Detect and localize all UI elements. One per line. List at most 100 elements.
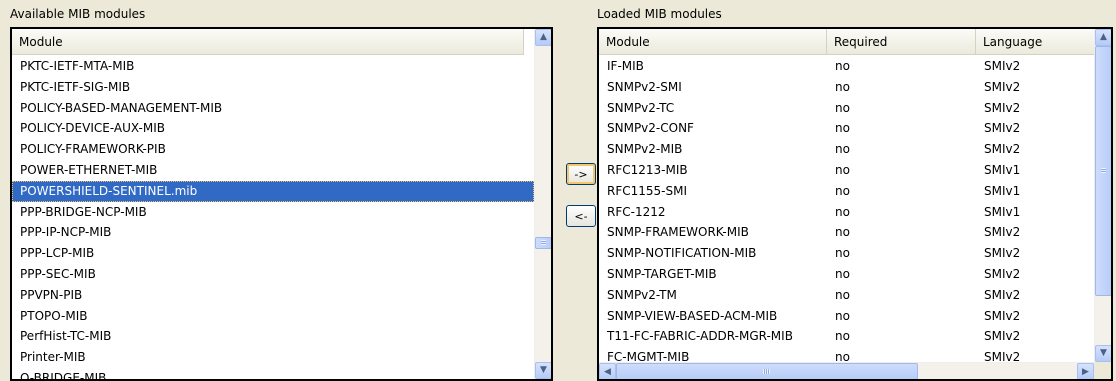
module-name: SNMPv2-MIB	[607, 142, 683, 157]
grip-icon	[541, 240, 546, 245]
module-name: POLICY-FRAMEWORK-PIB	[20, 142, 166, 157]
scroll-down-arrow-icon[interactable]: ▼	[535, 362, 551, 379]
loaded-modules-list[interactable]: Module Required Language IF-MIB no SMIv2 SN…	[597, 27, 1113, 381]
table-row[interactable]: SNMPv2-SMI no SMIv2	[599, 77, 1094, 98]
loaded-horizontal-scrollbar[interactable]: ◀ ▶	[599, 362, 1094, 379]
table-row[interactable]: SNMPv2-TM no SMIv2	[599, 285, 1094, 306]
required-value: no	[835, 142, 850, 157]
module-name: PTOPO-MIB	[20, 308, 88, 323]
module-name: SNMP-VIEW-BASED-ACM-MIB	[607, 308, 778, 323]
remove-module-button[interactable]: <-	[566, 205, 596, 227]
table-row[interactable]: IF-MIB no SMIv2	[599, 56, 1094, 77]
required-value: no	[835, 329, 850, 344]
language-value: SMIv2	[984, 329, 1021, 344]
list-item[interactable]: Q-BRIDGE-MIB	[12, 368, 534, 379]
available-modules-list[interactable]: Module PKTC-IETF-MTA-MIB PKTC-IETF-SIG-MI…	[10, 27, 553, 381]
required-value: no	[835, 204, 850, 219]
scroll-down-arrow-icon[interactable]: ▼	[1095, 345, 1111, 362]
column-header-required[interactable]: Required	[827, 29, 976, 55]
table-row[interactable]: RFC1213-MIB no SMIv1	[599, 160, 1094, 181]
required-value: no	[835, 246, 850, 261]
list-item[interactable]: PPP-IP-NCP-MIB	[12, 222, 534, 243]
grip-icon	[763, 369, 770, 374]
module-name: PPP-LCP-MIB	[20, 246, 95, 261]
scroll-left-arrow-icon[interactable]: ◀	[599, 363, 616, 379]
language-value: SMIv1	[984, 183, 1021, 198]
required-value: no	[835, 100, 850, 115]
module-name: PPVPN-PIB	[20, 287, 83, 302]
language-value: SMIv2	[984, 287, 1021, 302]
list-item[interactable]: POWERSHIELD-SENTINEL.mib	[12, 180, 534, 202]
language-value: SMIv2	[984, 100, 1021, 115]
table-row[interactable]: SNMP-TARGET-MIB no SMIv2	[599, 264, 1094, 285]
language-value: SMIv2	[984, 246, 1021, 261]
add-module-button[interactable]: ->	[566, 163, 596, 185]
list-item[interactable]: PerfHist-TC-MIB	[12, 326, 534, 347]
column-header-module[interactable]: Module	[12, 29, 524, 55]
module-name: RFC1155-SMI	[607, 183, 687, 198]
column-header-language[interactable]: Language	[976, 29, 1096, 55]
table-row[interactable]: SNMP-NOTIFICATION-MIB no SMIv2	[599, 243, 1094, 264]
loaded-list-rows: IF-MIB no SMIv2 SNMPv2-SMI no SMIv2 SNMPv2-TC n…	[599, 56, 1094, 368]
language-value: SMIv1	[984, 162, 1021, 177]
required-value: no	[835, 59, 850, 73]
required-value: no	[835, 121, 850, 136]
language-value: SMIv2	[984, 59, 1021, 73]
module-name: IF-MIB	[607, 59, 644, 73]
scrollbar-thumb[interactable]	[1095, 46, 1111, 296]
available-modules-label: Available MIB modules	[10, 7, 146, 21]
module-name: RFC1213-MIB	[607, 162, 688, 177]
language-value: SMIv2	[984, 225, 1021, 240]
list-item[interactable]: POWER-ETHERNET-MIB	[12, 160, 534, 181]
required-value: no	[835, 308, 850, 323]
loaded-list-header: Module Required Language	[599, 29, 1096, 55]
module-name: SNMP-TARGET-MIB	[607, 266, 717, 281]
scroll-up-arrow-icon[interactable]: ▲	[535, 29, 551, 46]
scrollbar-thumb[interactable]	[535, 237, 551, 249]
list-item[interactable]: PPVPN-PIB	[12, 285, 534, 306]
list-item[interactable]: Printer-MIB	[12, 347, 534, 368]
scroll-up-arrow-icon[interactable]: ▲	[1095, 29, 1111, 46]
list-item[interactable]: PKTC-IETF-SIG-MIB	[12, 77, 534, 98]
list-item[interactable]: PPP-SEC-MIB	[12, 264, 534, 285]
scroll-right-arrow-icon[interactable]: ▶	[1077, 363, 1094, 379]
required-value: no	[835, 287, 850, 302]
module-name: PPP-BRIDGE-NCP-MIB	[20, 204, 147, 219]
list-item[interactable]: PKTC-IETF-MTA-MIB	[12, 56, 534, 77]
list-item[interactable]: PPP-LCP-MIB	[12, 243, 534, 264]
table-row[interactable]: SNMPv2-TC no SMIv2	[599, 98, 1094, 119]
table-row[interactable]: SNMP-FRAMEWORK-MIB no SMIv2	[599, 222, 1094, 243]
grip-icon	[1101, 168, 1106, 173]
available-list-rows: PKTC-IETF-MTA-MIB PKTC-IETF-SIG-MIB POLICY…	[12, 56, 534, 379]
table-row[interactable]: T11-FC-FABRIC-ADDR-MGR-MIB no SMIv2	[599, 326, 1094, 347]
module-name: POLICY-DEVICE-AUX-MIB	[20, 121, 165, 136]
table-row[interactable]: SNMPv2-MIB no SMIv2	[599, 139, 1094, 160]
module-name: SNMPv2-SMI	[607, 79, 682, 94]
horizontal-scrollbar-thumb[interactable]	[616, 363, 918, 379]
table-row[interactable]: SNMP-VIEW-BASED-ACM-MIB no SMIv2	[599, 306, 1094, 327]
module-name: PPP-SEC-MIB	[20, 266, 96, 281]
list-item[interactable]: POLICY-DEVICE-AUX-MIB	[12, 118, 534, 139]
list-item[interactable]: PPP-BRIDGE-NCP-MIB	[12, 202, 534, 223]
module-name: T11-FC-FABRIC-ADDR-MGR-MIB	[607, 329, 793, 344]
module-name: SNMPv2-CONF	[607, 121, 694, 136]
module-name: SNMP-NOTIFICATION-MIB	[607, 246, 757, 261]
module-name: SNMP-FRAMEWORK-MIB	[607, 225, 749, 240]
module-name: RFC-1212	[607, 204, 666, 219]
table-row[interactable]: RFC-1212 no SMIv1	[599, 202, 1094, 223]
loaded-vertical-scrollbar[interactable]: ▲ ▼	[1094, 29, 1111, 362]
language-value: SMIv2	[984, 308, 1021, 323]
module-name: Printer-MIB	[20, 350, 86, 365]
module-name: PPP-IP-NCP-MIB	[20, 225, 112, 240]
available-list-header: Module	[12, 29, 524, 55]
required-value: no	[835, 225, 850, 240]
column-header-module[interactable]: Module	[599, 29, 827, 55]
available-vertical-scrollbar[interactable]: ▲ ▼	[534, 29, 551, 379]
required-value: no	[835, 266, 850, 281]
list-item[interactable]: POLICY-BASED-MANAGEMENT-MIB	[12, 98, 534, 119]
module-name: POWERSHIELD-SENTINEL.mib	[12, 180, 534, 202]
table-row[interactable]: RFC1155-SMI no SMIv1	[599, 181, 1094, 202]
list-item[interactable]: PTOPO-MIB	[12, 306, 534, 327]
list-item[interactable]: POLICY-FRAMEWORK-PIB	[12, 139, 534, 160]
table-row[interactable]: SNMPv2-CONF no SMIv2	[599, 118, 1094, 139]
